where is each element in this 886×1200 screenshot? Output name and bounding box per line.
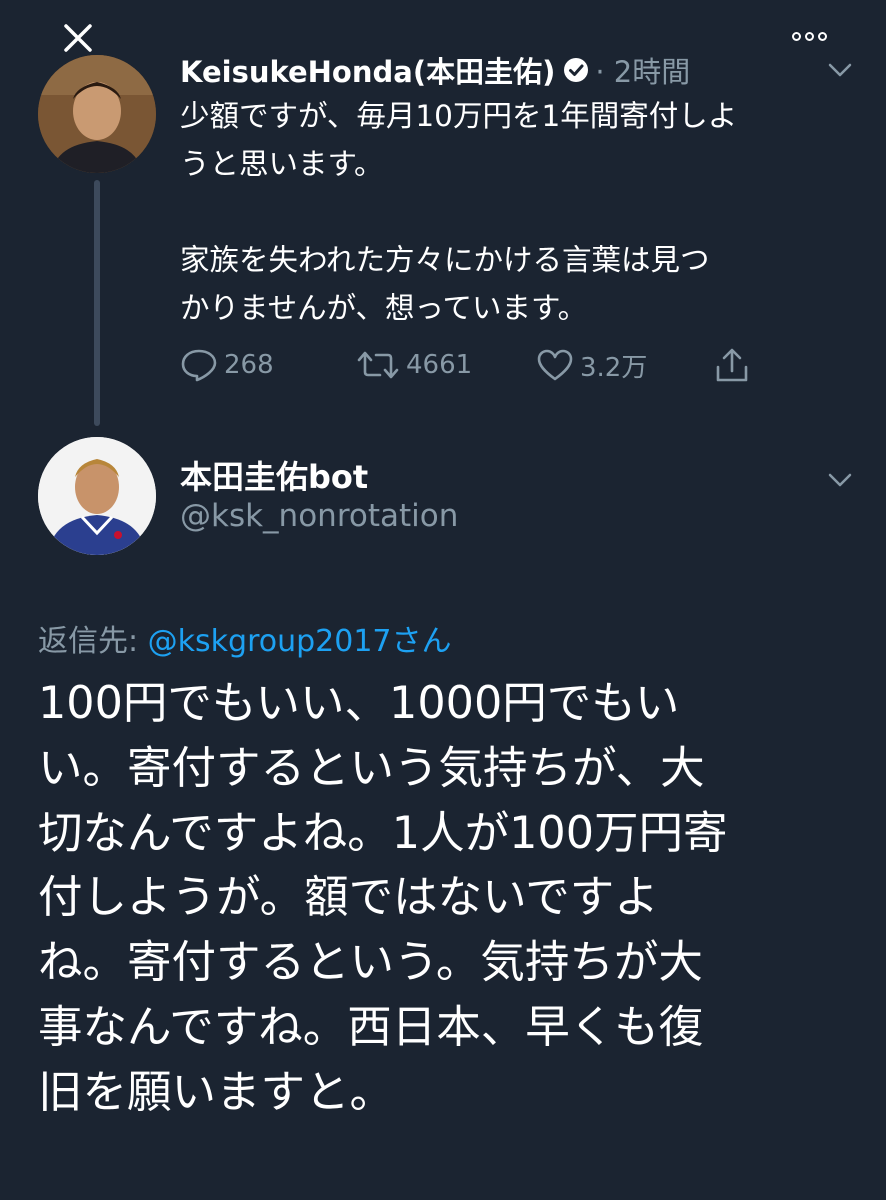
- share-button[interactable]: [712, 340, 758, 390]
- display-name[interactable]: KeisukeHonda(本田圭佑): [180, 49, 555, 91]
- more-button[interactable]: [786, 22, 832, 50]
- tweet2-text: 100円でもいい、1000円でもい い。寄付するという気持ちが、大 切なんですよ…: [38, 678, 728, 1118]
- more-icon: [791, 31, 801, 41]
- more-icon-dot: [817, 31, 827, 41]
- reply-button[interactable]: 268: [180, 340, 274, 390]
- more-icon-dot: [804, 31, 814, 41]
- retweet-button[interactable]: 4661: [356, 340, 472, 390]
- timestamp: · 2時間: [595, 55, 691, 89]
- reply-mention-link[interactable]: @kskgroup2017さん: [148, 624, 452, 659]
- like-button[interactable]: 3.2万: [536, 340, 647, 390]
- share-icon: [716, 348, 748, 382]
- verified-icon: [564, 58, 589, 82]
- tweet1-text: 少額ですが、毎月10万円を1年間寄付しよ うと思います。 家族を失われた方々にか…: [180, 99, 738, 325]
- avatar-image: [38, 437, 156, 555]
- close-icon: [64, 24, 92, 52]
- reply-prefix: 返信先:: [38, 624, 148, 659]
- reply-count: 268: [224, 350, 274, 380]
- avatar[interactable]: [38, 55, 156, 173]
- user-handle[interactable]: @ksk_nonrotation: [180, 498, 458, 534]
- avatar-image: [38, 55, 156, 173]
- tweet2-menu-button[interactable]: [826, 470, 854, 490]
- like-count: 3.2万: [580, 352, 648, 383]
- retweet-count: 4661: [406, 350, 473, 380]
- reply-context: 返信先: @kskgroup2017さん: [38, 616, 452, 660]
- thread-line: [94, 180, 100, 426]
- tweet1-menu-button[interactable]: [826, 60, 854, 80]
- tweet1-header: KeisukeHonda(本田圭佑) · 2時間: [180, 48, 690, 92]
- like-icon: [537, 349, 573, 381]
- tweet1-actions: 268 4661 3.2万: [180, 340, 760, 390]
- chevron-down-icon: [828, 473, 852, 487]
- retweet-icon: [357, 351, 399, 379]
- display-name[interactable]: 本田圭佑bot: [180, 452, 368, 498]
- chevron-down-icon: [828, 63, 852, 77]
- avatar[interactable]: [38, 437, 156, 555]
- close-button[interactable]: [58, 18, 98, 58]
- reply-icon: [181, 349, 217, 382]
